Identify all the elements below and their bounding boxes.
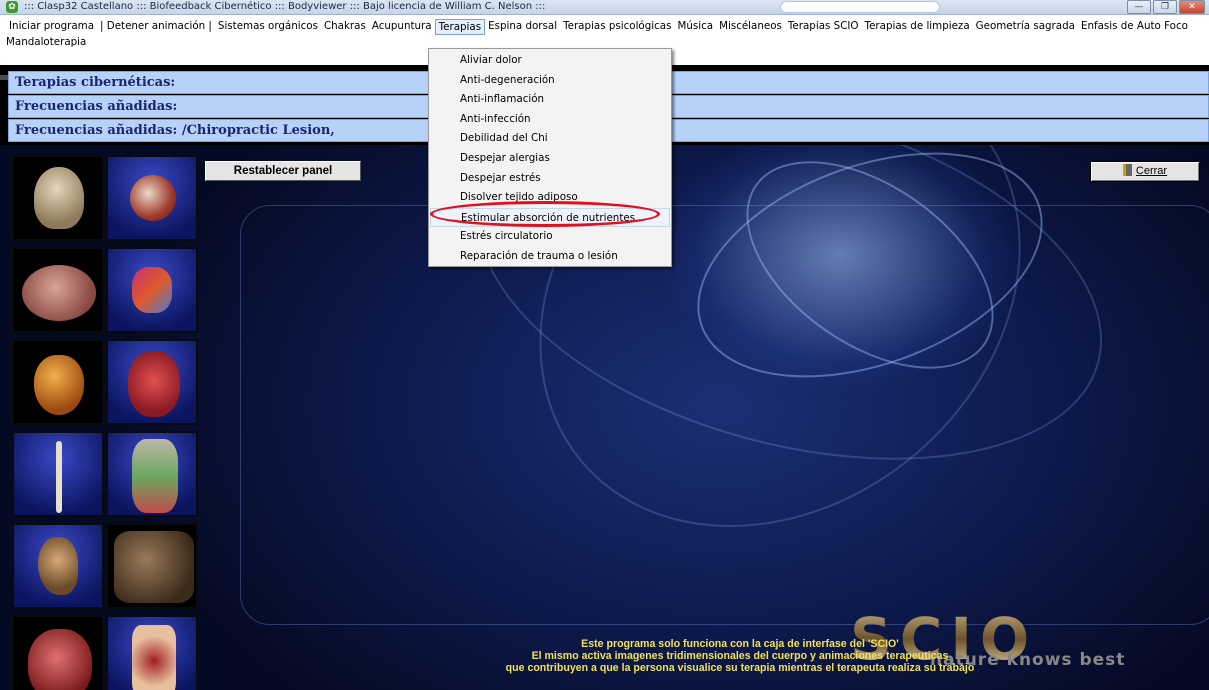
menu-item[interactable]: Música <box>674 19 716 35</box>
organ-heart[interactable] <box>12 339 104 425</box>
window-title: ::: Clasp32 Castellano ::: Biofeedback C… <box>24 1 546 12</box>
menu-item[interactable]: Acupuntura <box>369 19 435 35</box>
footer-text: Este programa solo funciona con la caja … <box>460 638 1020 674</box>
muscle-icon <box>114 531 194 603</box>
skull-icon <box>34 167 84 229</box>
eye-icon <box>130 175 176 221</box>
organ-skin[interactable] <box>106 615 198 690</box>
menu-row: Iniciar programa | Detener animación | Sis… <box>6 19 1191 35</box>
organ-muscle[interactable] <box>106 523 198 609</box>
organ-digestive[interactable] <box>106 247 198 333</box>
menu-item[interactable]: Enfasis de Auto Foco <box>1078 19 1191 35</box>
door-icon <box>1122 164 1132 176</box>
menu-item[interactable]: | Detener animación | <box>97 19 215 35</box>
footer-line-2: El mismo activa imagenes tridimensionale… <box>531 650 949 662</box>
organ-lungs[interactable] <box>12 615 104 690</box>
torso-icon <box>132 439 178 513</box>
menu-item-mandaloterapia[interactable]: Mandaloterapia <box>6 36 86 48</box>
dropdown-item[interactable]: Despejar estrés <box>430 169 670 188</box>
highlight-annotation <box>430 201 660 227</box>
close-icon[interactable]: ✕ <box>1179 0 1205 14</box>
window-controls: — ❐ ✕ <box>1127 0 1205 14</box>
footer-line-1: Este programa solo funciona con la caja … <box>581 638 899 650</box>
close-button-label: Cerrar <box>1135 165 1168 177</box>
brain-icon <box>22 265 96 321</box>
maximize-icon[interactable]: ❐ <box>1153 0 1177 14</box>
organ-heart-section[interactable] <box>106 339 198 425</box>
menu-item[interactable]: Geometría sagrada <box>973 19 1078 35</box>
menu-item[interactable]: Iniciar programa <box>6 19 97 35</box>
skeleton-arm-icon <box>56 441 62 513</box>
organ-skeleton-arm[interactable] <box>12 431 104 517</box>
skin-icon <box>132 625 176 690</box>
app-icon[interactable]: ✿ <box>6 1 18 13</box>
decoration-frame <box>240 205 1209 625</box>
dropdown-item[interactable]: Aliviar dolor <box>430 51 670 70</box>
menu-item[interactable]: Terapias SCIO <box>785 19 862 35</box>
lungs-icon <box>28 629 92 690</box>
menu-item[interactable]: Terapias psicológicas <box>560 19 674 35</box>
dropdown-item[interactable]: Debilidad del Chi <box>430 129 670 148</box>
menu-item[interactable]: Chakras <box>321 19 369 35</box>
dropdown-item[interactable]: Reparación de trauma o lesión <box>430 247 670 266</box>
menu-item[interactable]: Sistemas orgánicos <box>215 19 321 35</box>
close-button[interactable]: Cerrar <box>1090 161 1200 182</box>
dropdown-item[interactable]: Anti-inflamación <box>430 90 670 109</box>
heart-section-icon <box>128 351 180 417</box>
dropdown-item[interactable]: Estrés circulatorio <box>430 227 670 246</box>
organ-torso[interactable] <box>106 431 198 517</box>
terapias-dropdown: Aliviar dolor Anti-degeneración Anti-infla… <box>428 48 672 267</box>
menu-item[interactable]: Espina dorsal <box>485 19 560 35</box>
heart-icon <box>34 355 84 415</box>
minimize-icon[interactable]: — <box>1127 0 1151 14</box>
dropdown-item[interactable]: Despejar alergias <box>430 149 670 168</box>
menu-item[interactable]: Terapias <box>434 19 486 35</box>
ear-icon <box>38 537 78 595</box>
organ-eye[interactable] <box>106 155 198 241</box>
title-address-field <box>780 1 940 13</box>
dropdown-item[interactable]: Anti-degeneración <box>430 71 670 90</box>
reset-panel-button[interactable]: Restablecer panel <box>205 161 361 181</box>
footer-line-3: que contribuyen a que la persona visuali… <box>505 662 975 674</box>
digestive-icon <box>132 267 172 313</box>
dropdown-item[interactable]: Anti-infección <box>430 110 670 129</box>
title-bar: ✿ ::: Clasp32 Castellano ::: Biofeedback… <box>0 0 1209 15</box>
organ-skull[interactable] <box>12 155 104 241</box>
menu-item[interactable]: Terapias de limpieza <box>862 19 973 35</box>
menu-item[interactable]: Miscélaneos <box>716 19 785 35</box>
organ-brain[interactable] <box>12 247 104 333</box>
organ-ear[interactable] <box>12 523 104 609</box>
